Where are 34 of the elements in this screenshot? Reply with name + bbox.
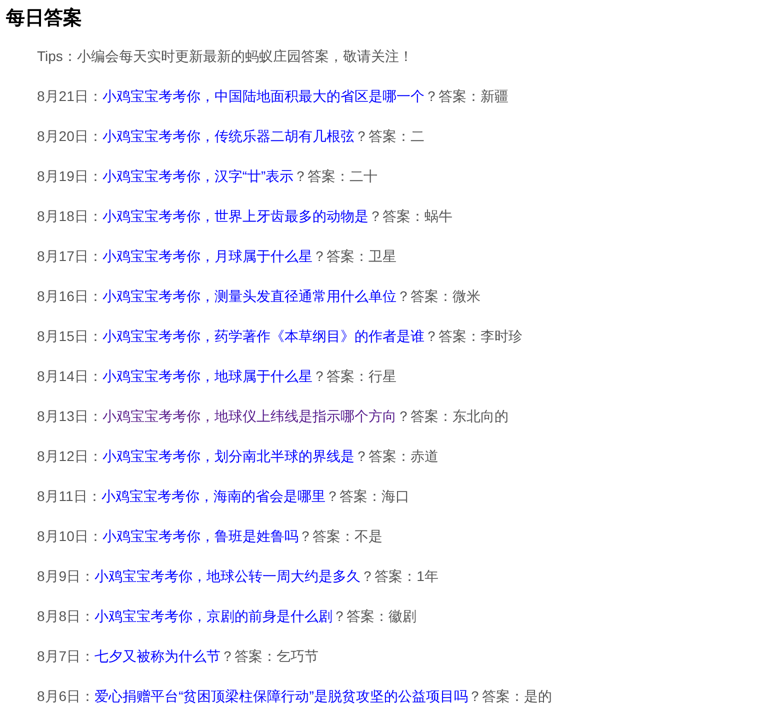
question-link[interactable]: 小鸡宝宝考考你，传统乐器二胡有几根弦: [102, 128, 354, 144]
answer-line: 8月18日：小鸡宝宝考考你，世界上牙齿最多的动物是？答案：蜗牛: [36, 207, 454, 226]
section-title: 每日答案: [5, 6, 83, 31]
answer-line: 8月12日：小鸡宝宝考考你，划分南北半球的界线是？答案：赤道: [36, 447, 440, 466]
question-link[interactable]: 小鸡宝宝考考你，京剧的前身是什么剧: [94, 608, 333, 624]
answer-line: 8月16日：小鸡宝宝考考你，测量头发直径通常用什么单位？答案：微米: [36, 287, 482, 306]
question-link[interactable]: 小鸡宝宝考考你，地球仪上纬线是指示哪个方向: [102, 408, 396, 424]
answer-line: 8月11日：小鸡宝宝考考你，海南的省会是哪里？答案：海口: [36, 487, 410, 506]
question-link[interactable]: 小鸡宝宝考考你，海南的省会是哪里: [101, 488, 326, 504]
question-link[interactable]: 小鸡宝宝考考你，世界上牙齿最多的动物是: [102, 208, 368, 224]
question-link[interactable]: 小鸡宝宝考考你，药学著作《本草纲目》的作者是谁: [102, 328, 424, 344]
answer-line: 8月14日：小鸡宝宝考考你，地球属于什么星？答案：行星: [36, 367, 398, 386]
question-link[interactable]: 爱心捐赠平台“贫困顶梁柱保障行动”是脱贫攻坚的公益项目吗: [94, 688, 468, 704]
answer-line: 8月10日：小鸡宝宝考考你，鲁班是姓鲁吗？答案：不是: [36, 527, 384, 546]
answer-line: 8月7日：七夕又被称为什么节？答案：乞巧节: [36, 647, 320, 666]
answer-line: 8月19日：小鸡宝宝考考你，汉字“廿”表示？答案：二十: [36, 167, 379, 186]
question-link[interactable]: 小鸡宝宝考考你，中国陆地面积最大的省区是哪一个: [102, 88, 424, 104]
answer-line: 8月13日：小鸡宝宝考考你，地球仪上纬线是指示哪个方向？答案：东北向的: [36, 407, 510, 426]
question-link[interactable]: 小鸡宝宝考考你，划分南北半球的界线是: [102, 448, 354, 464]
question-link[interactable]: 小鸡宝宝考考你，地球属于什么星: [102, 368, 312, 384]
question-link[interactable]: 七夕又被称为什么节: [94, 648, 221, 664]
answer-line: 8月9日：小鸡宝宝考考你，地球公转一周大约是多久？答案：1年: [36, 567, 440, 586]
answer-line: 8月8日：小鸡宝宝考考你，京剧的前身是什么剧？答案：徽剧: [36, 607, 418, 626]
question-link[interactable]: 小鸡宝宝考考你，月球属于什么星: [102, 248, 312, 264]
answer-line: 8月20日：小鸡宝宝考考你，传统乐器二胡有几根弦？答案：二: [36, 127, 426, 146]
question-link[interactable]: 小鸡宝宝考考你，汉字“廿”表示: [102, 168, 294, 184]
answer-line: 8月15日：小鸡宝宝考考你，药学著作《本草纲目》的作者是谁？答案：李时珍: [36, 327, 524, 346]
question-link[interactable]: 小鸡宝宝考考你，地球公转一周大约是多久: [94, 568, 361, 584]
tips-text: Tips：小编会每天实时更新最新的蚂蚁庄园答案，敬请关注！: [36, 47, 414, 66]
answer-line: 8月21日：小鸡宝宝考考你，中国陆地面积最大的省区是哪一个？答案：新疆: [36, 87, 510, 106]
answer-line: 8月6日：爱心捐赠平台“贫困顶梁柱保障行动”是脱贫攻坚的公益项目吗？答案：是的: [36, 687, 553, 706]
question-link[interactable]: 小鸡宝宝考考你，测量头发直径通常用什么单位: [102, 288, 396, 304]
answer-line: 8月17日：小鸡宝宝考考你，月球属于什么星？答案：卫星: [36, 247, 398, 266]
question-link[interactable]: 小鸡宝宝考考你，鲁班是姓鲁吗: [102, 528, 298, 544]
